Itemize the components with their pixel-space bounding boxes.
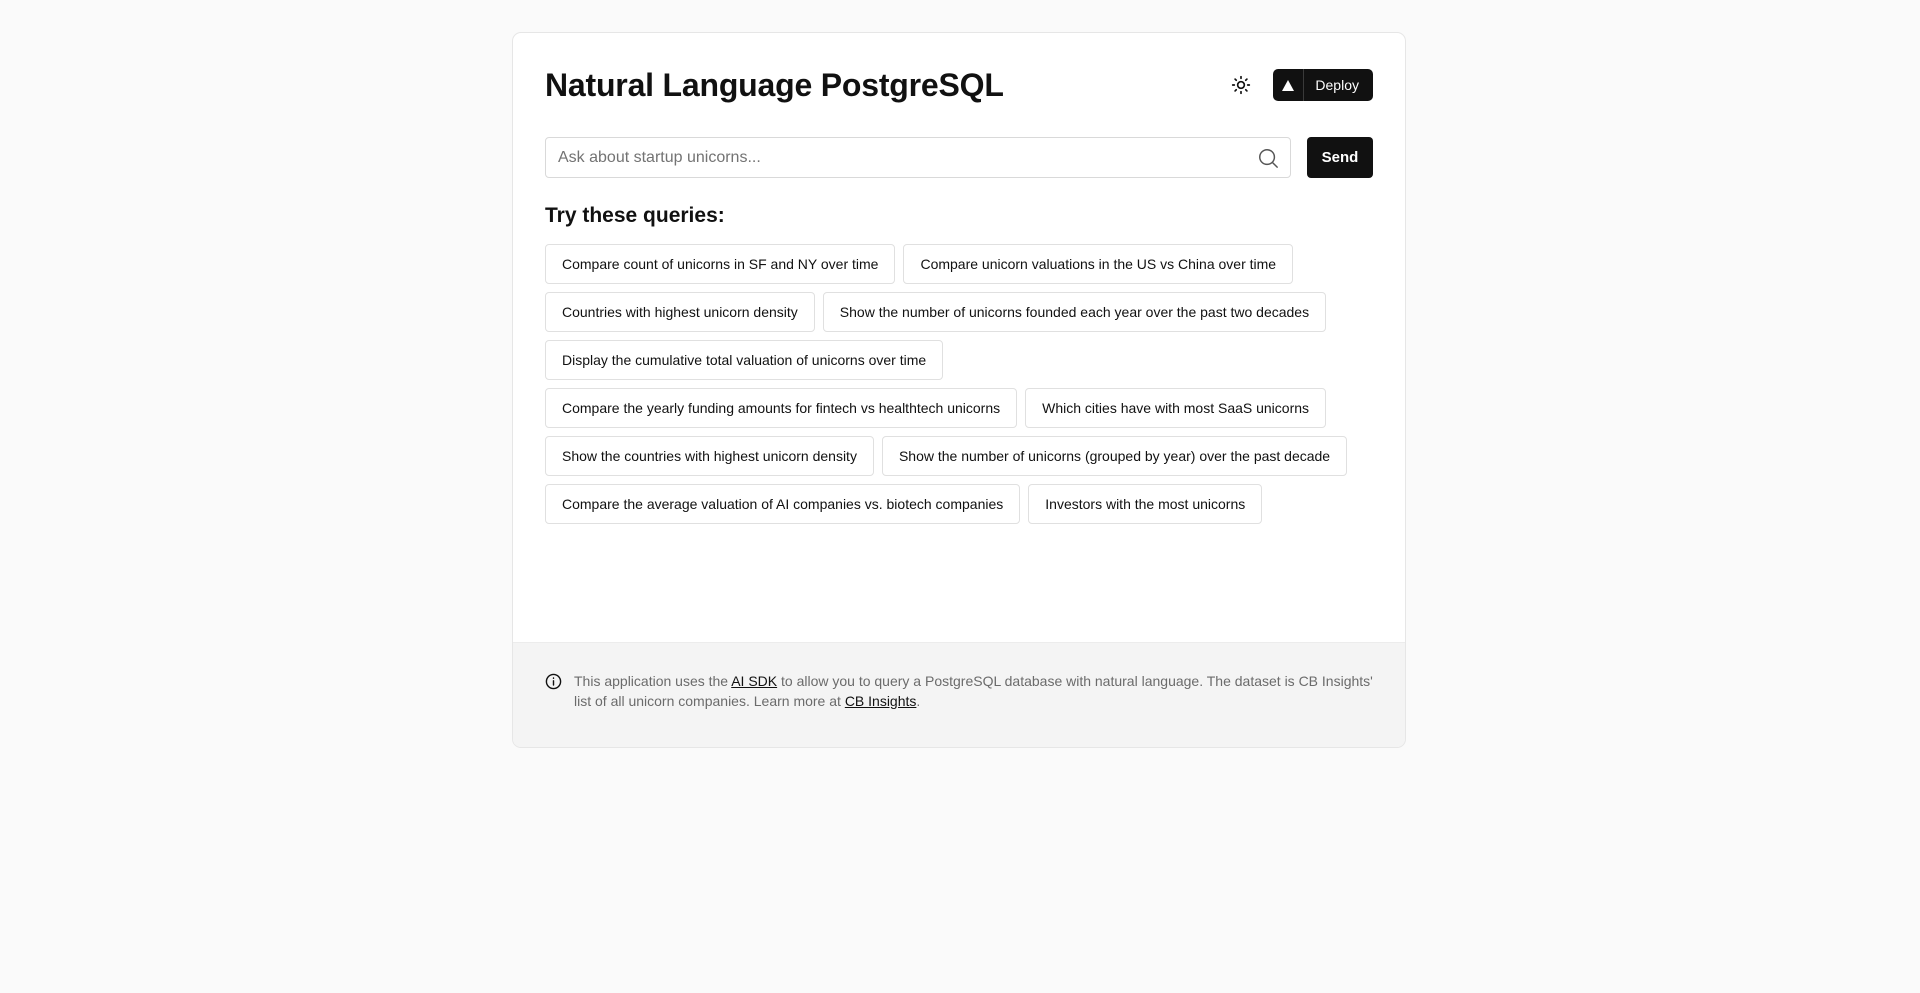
footer-text-after: .: [916, 693, 921, 709]
query-chip[interactable]: Compare unicorn valuations in the US vs …: [903, 244, 1294, 284]
query-chip[interactable]: Investors with the most unicorns: [1028, 484, 1263, 524]
query-chip[interactable]: Compare the yearly funding amounts for f…: [545, 388, 1018, 428]
deploy-icon-wrap: [1273, 69, 1305, 101]
main-card: Natural Language PostgreSQL Deploy Ask a…: [512, 32, 1406, 748]
query-chip[interactable]: Compare count of unicorns in SF and NY o…: [545, 244, 896, 284]
header: Natural Language PostgreSQL Deploy: [545, 33, 1373, 137]
header-actions: Deploy: [1225, 69, 1373, 101]
page-title: Natural Language PostgreSQL: [545, 66, 1004, 103]
ai-sdk-link[interactable]: AI SDK: [731, 673, 777, 689]
search-row: Send: [545, 137, 1373, 178]
triangle-icon: [1282, 79, 1295, 91]
info-icon: [545, 673, 562, 690]
queries-heading: Try these queries:: [545, 204, 725, 227]
cb-insights-link[interactable]: CB Insights: [845, 693, 917, 709]
card-body: Natural Language PostgreSQL Deploy Ask a…: [513, 33, 1405, 524]
search-box: [545, 137, 1291, 178]
query-chip[interactable]: Show the number of unicorns (grouped by …: [881, 436, 1348, 476]
query-chip[interactable]: Show the number of unicorns founded each…: [822, 292, 1327, 332]
suggested-queries: Compare count of unicorns in SF and NY o…: [545, 244, 1375, 524]
footer-info: This application uses the AI SDK to allo…: [513, 642, 1405, 747]
query-chip[interactable]: Which cities have with most SaaS unicorn…: [1025, 388, 1327, 428]
query-chip[interactable]: Countries with highest unicorn density: [545, 292, 815, 332]
deploy-button[interactable]: Deploy: [1273, 69, 1373, 101]
footer-text-before: This application uses the: [574, 673, 732, 689]
search-icon[interactable]: [1256, 146, 1280, 170]
deploy-label: Deploy: [1315, 77, 1359, 93]
query-chip[interactable]: Display the cumulative total valuation o…: [545, 340, 944, 380]
sun-icon: [1232, 75, 1251, 95]
footer-text: This application uses the AI SDK to allo…: [574, 671, 1373, 711]
query-chip[interactable]: Compare the average valuation of AI comp…: [545, 484, 1021, 524]
theme-toggle-button[interactable]: [1225, 69, 1257, 101]
send-button[interactable]: Send: [1307, 137, 1373, 178]
search-input[interactable]: [546, 138, 1256, 177]
query-chip[interactable]: Show the countries with highest unicorn …: [545, 436, 874, 476]
